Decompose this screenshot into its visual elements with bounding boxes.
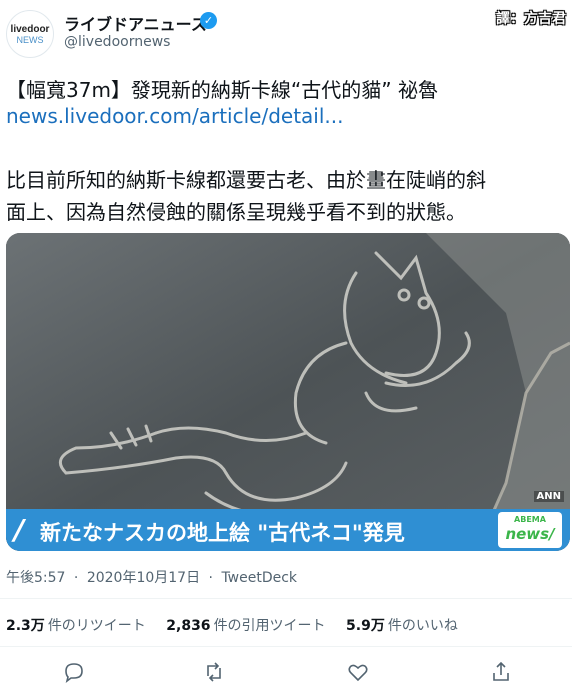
tweet-time[interactable]: 午後5:57 [6, 570, 65, 586]
tweet-date[interactable]: 2020年10月17日 [87, 570, 200, 586]
abema-news-logo: ABEMA news/ [498, 512, 562, 548]
verified-badge-icon: ✓ [200, 12, 217, 29]
retweet-icon[interactable] [202, 660, 226, 684]
ann-watermark: ANN [533, 491, 564, 502]
tweet-header: livedoor NEWS ライブドアニュース ✓ @livedoornews … [0, 0, 572, 64]
like-count-label: 件のいいね [387, 618, 458, 634]
reply-icon[interactable] [62, 660, 86, 684]
retweet-count-label: 件のリツイート [47, 618, 146, 634]
like-count-value: 5.9万 [346, 618, 385, 634]
avatar-text-line2: NEWS [16, 34, 44, 45]
retweet-count[interactable]: 2.3万 件のリツイート [6, 615, 146, 635]
abema-logo-top: ABEMA [514, 515, 546, 524]
article-link[interactable]: news.livedoor.com/article/detail... [6, 104, 344, 128]
avatar-text-line1: livedoor [10, 23, 50, 35]
tweet-title: 【幅寬37m】發現新的納斯卡線“古代的貓” 祕魯 [6, 78, 439, 102]
meta-separator: · [73, 570, 79, 586]
tweet-actions [0, 656, 572, 690]
nazca-cat-geoglyph-photo [6, 233, 570, 551]
tweet-body-line1: 比目前所知的納斯卡線都還要古老、由於畫在陡峭的斜 [6, 168, 486, 192]
news-caption-bar: / 新たなナスカの地上絵 "古代ネコ"発見 ABEMA news/ [6, 509, 570, 551]
avatar[interactable]: livedoor NEWS [6, 10, 54, 58]
tweet-source: TweetDeck [221, 570, 298, 586]
abema-logo-main: news/ [505, 525, 555, 543]
quote-count[interactable]: 2,836 件の引用ツイート [166, 615, 325, 635]
like-heart-icon[interactable] [346, 660, 370, 684]
caption-slash: / [14, 513, 25, 546]
share-icon[interactable] [489, 660, 513, 684]
account-name[interactable]: ライブドアニュース [64, 11, 207, 35]
like-count[interactable]: 5.9万 件のいいね [346, 615, 458, 635]
tweet-media-image[interactable]: ANN / 新たなナスカの地上絵 "古代ネコ"発見 ABEMA news/ [6, 233, 570, 551]
divider [0, 598, 572, 599]
translator-credit: 譯：方吉君 [496, 11, 566, 27]
retweet-count-value: 2.3万 [6, 618, 45, 634]
tweet-meta: 午後5:57 · 2020年10月17日 · TweetDeck [6, 567, 301, 587]
quote-count-label: 件の引用ツイート [213, 618, 326, 634]
account-handle[interactable]: @livedoornews [64, 34, 170, 50]
divider [0, 646, 572, 647]
tweet-body-line2: 面上、因為自然侵蝕的關係呈現幾乎看不到的狀態。 [6, 200, 466, 224]
engagement-stats: 2.3万 件のリツイート 2,836 件の引用ツイート 5.9万 件のいいね [6, 615, 474, 635]
meta-separator: · [208, 570, 213, 586]
quote-count-value: 2,836 [166, 618, 211, 634]
caption-text: 新たなナスカの地上絵 "古代ネコ"発見 [40, 521, 405, 545]
